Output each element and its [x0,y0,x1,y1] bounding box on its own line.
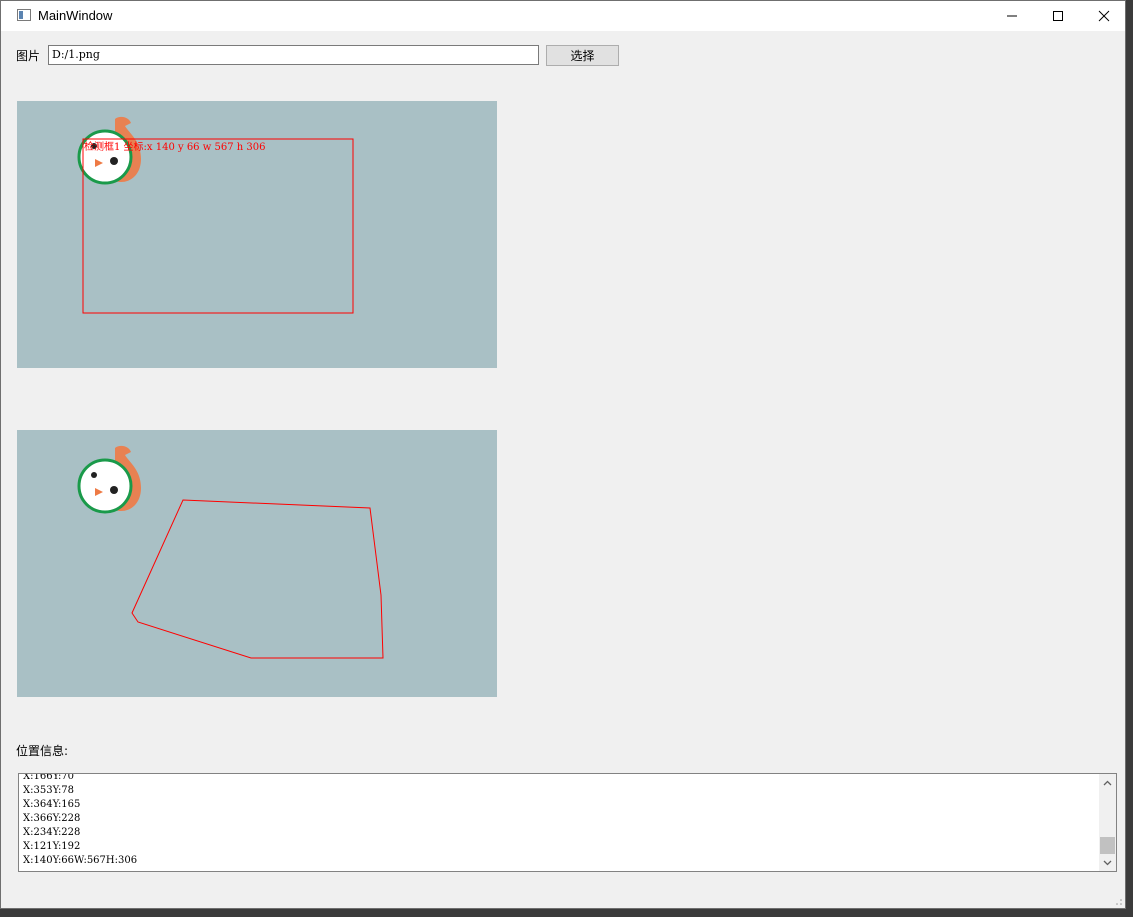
select-file-button[interactable]: 选择 [546,45,619,66]
scroll-down-button[interactable] [1099,854,1116,871]
log-line: X:353Y:78 [23,785,75,796]
log-line: X:366Y:228 [23,813,81,824]
polygon-image-canvas [77,445,384,659]
main-window: MainWindow 图片 D:/1.png 选择 检测框1 坐标:x 140 … [0,0,1126,909]
logo-image [77,445,141,514]
log-line: X:364Y:165 [23,799,81,810]
scroll-thumb[interactable] [1100,837,1115,854]
maximize-icon [1053,11,1063,21]
log-line: X:121Y:192 [23,841,81,852]
region-polygon [131,499,384,659]
resize-grip-icon[interactable] [1115,898,1123,906]
log-line: X:234Y:228 [23,827,81,838]
close-button[interactable] [1081,1,1127,31]
image-path-input[interactable]: D:/1.png [48,45,539,65]
window-title: MainWindow [38,8,113,23]
minimize-icon [1007,15,1017,17]
chevron-down-icon [1103,860,1112,865]
log-line: X:140Y:66W:567H:306 [23,855,138,866]
scroll-up-button[interactable] [1099,774,1116,791]
title-bar[interactable]: MainWindow [1,1,1125,31]
maximize-button[interactable] [1035,1,1081,31]
app-window-icon [17,9,31,21]
position-info-label: 位置信息: [16,744,69,758]
position-log-lines: X:166Y:70 X:353Y:78 X:364Y:165 X:366Y:22… [23,773,138,868]
log-line: X:166Y:70 [23,773,75,782]
polygon-image-view[interactable] [17,430,497,697]
detection-coordinates-label: 检测框1 坐标:x 140 y 66 w 567 h 306 [84,142,266,153]
minimize-button[interactable] [989,1,1035,31]
chevron-up-icon [1103,780,1112,785]
detection-image-view[interactable]: 检测框1 坐标:x 140 y 66 w 567 h 306 [17,101,497,368]
close-icon [1098,10,1110,22]
position-log-textarea[interactable]: X:166Y:70 X:353Y:78 X:364Y:165 X:366Y:22… [18,773,1117,872]
vertical-scrollbar[interactable] [1099,774,1116,871]
picture-label: 图片 [16,49,41,63]
